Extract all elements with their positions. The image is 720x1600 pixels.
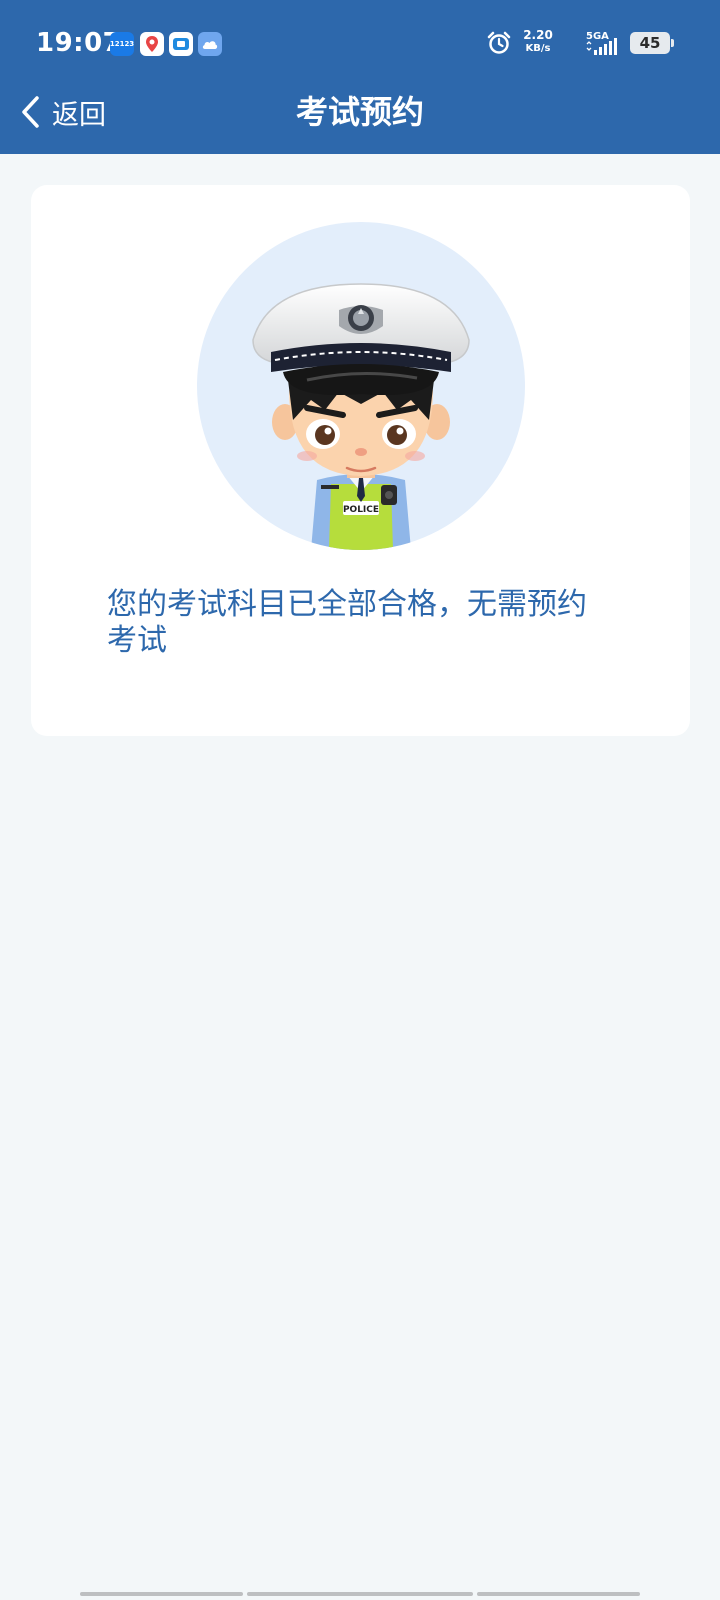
app-header: 19:07 12123 2.20 KB/s 5GA 45 返回 考试预约 bbox=[0, 0, 720, 154]
network-speed: 2.20 KB/s bbox=[520, 28, 556, 56]
network-speed-value: 2.20 bbox=[523, 28, 553, 42]
12123-app-icon: 12123 bbox=[110, 32, 134, 56]
alarm-icon bbox=[487, 31, 511, 54]
gesture-bar-home[interactable] bbox=[247, 1592, 473, 1596]
battery-indicator: 45 bbox=[630, 32, 674, 54]
cloud-icon bbox=[198, 32, 222, 56]
messaging-icon bbox=[169, 32, 193, 56]
police-officer-avatar: POLICE bbox=[197, 222, 525, 550]
status-bar: 19:07 12123 2.20 KB/s 5GA 45 bbox=[0, 0, 720, 88]
gesture-bar-right[interactable] bbox=[477, 1592, 640, 1596]
svg-text:POLICE: POLICE bbox=[343, 505, 379, 515]
exam-status-message: 您的考试科目已全部合格，无需预约考试 bbox=[107, 587, 587, 658]
page-title: 考试预约 bbox=[295, 93, 424, 131]
status-time: 19:07 bbox=[36, 28, 122, 58]
network-type: 5GA bbox=[586, 31, 609, 42]
svg-text:12123: 12123 bbox=[110, 40, 134, 48]
maps-icon bbox=[140, 32, 164, 56]
result-card: POLICE 您的考试科目已全部合格，无需预约考试 bbox=[31, 185, 690, 736]
network-speed-unit: KB/s bbox=[525, 43, 551, 54]
gesture-bar-left[interactable] bbox=[80, 1592, 243, 1596]
signal-icon: 5GA bbox=[586, 31, 617, 55]
